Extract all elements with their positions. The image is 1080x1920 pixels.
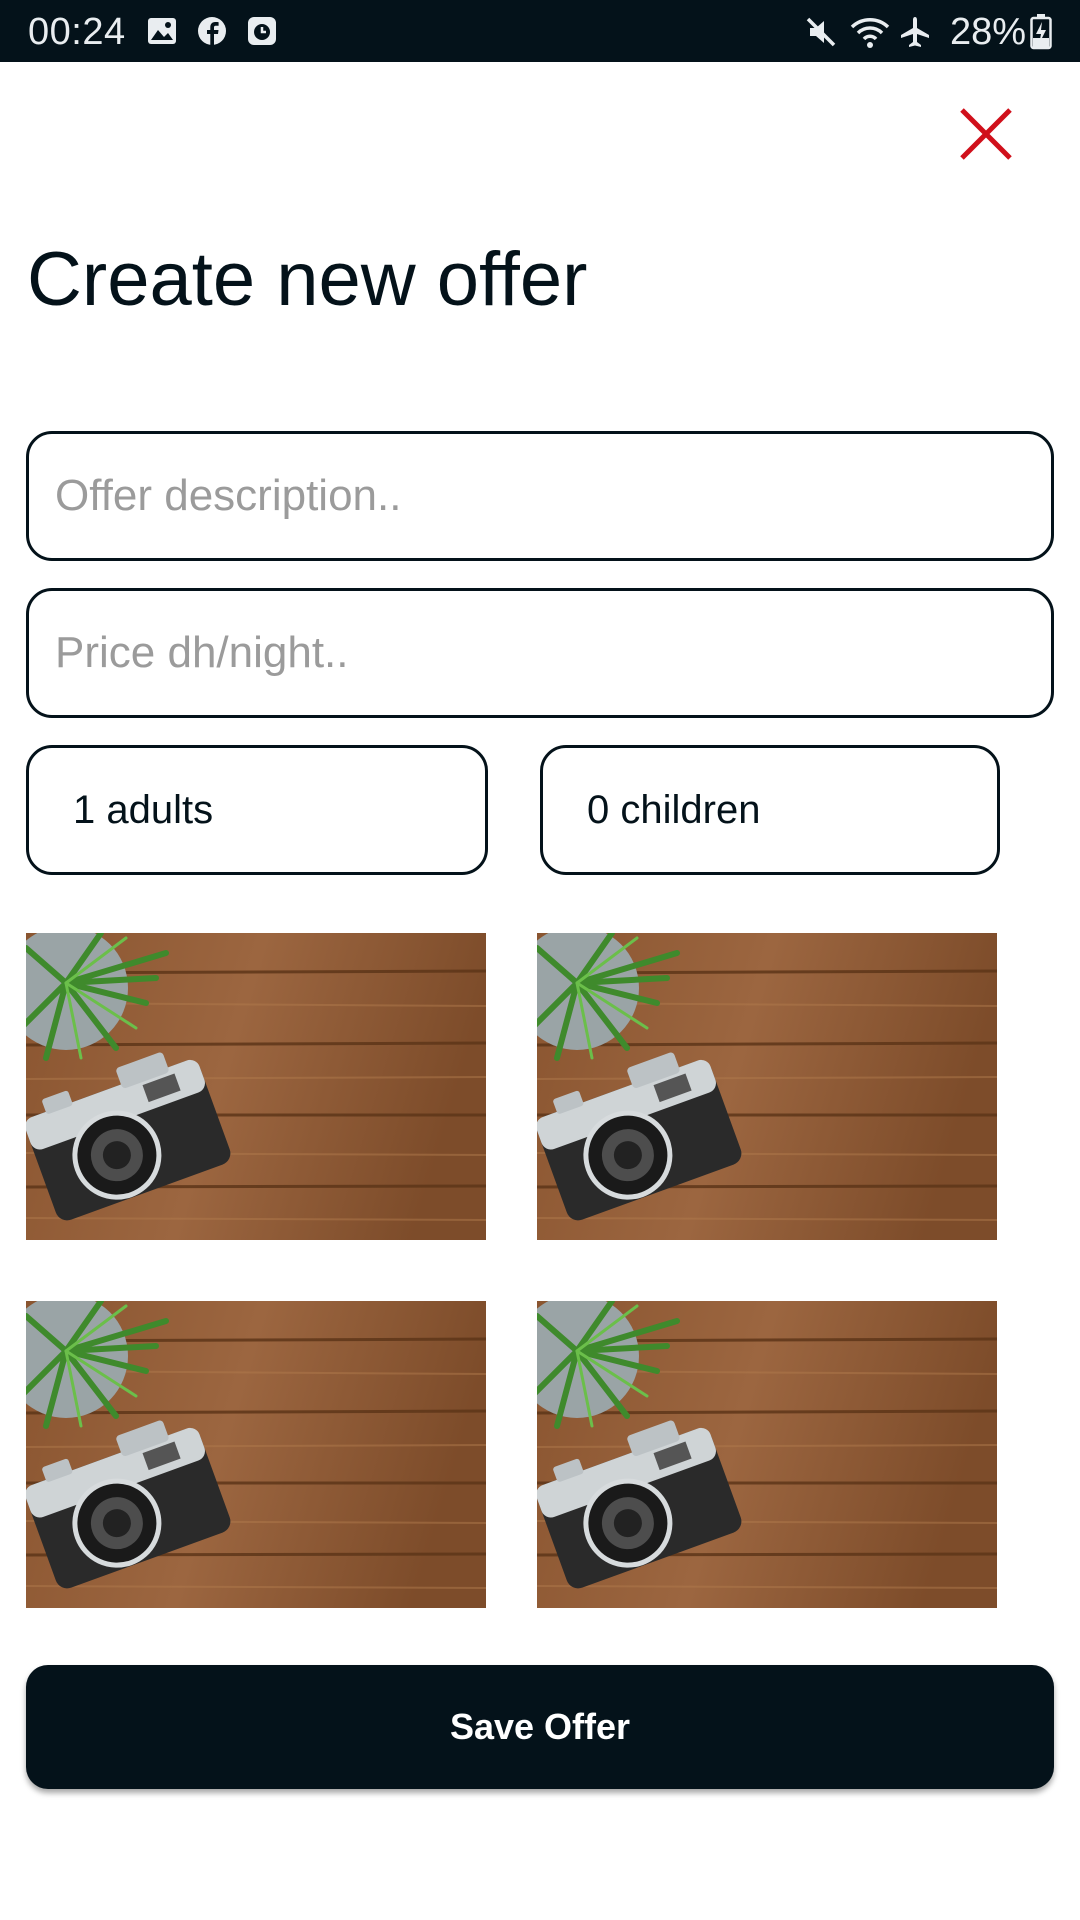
- clock-app-icon: [246, 15, 278, 52]
- camera-photo-image: [26, 1301, 486, 1608]
- offer-photo[interactable]: [26, 1301, 486, 1608]
- offer-photo[interactable]: [537, 1301, 997, 1608]
- offer-description-field[interactable]: [26, 431, 1054, 561]
- adults-value: 1 adults: [73, 787, 214, 832]
- offer-photo[interactable]: [26, 933, 486, 1240]
- adults-selector[interactable]: 1 adults: [26, 745, 488, 875]
- camera-photo-image: [537, 933, 997, 1240]
- battery-percentage: 28%: [950, 11, 1027, 53]
- page-title: Create new offer: [27, 237, 588, 322]
- facebook-icon: [196, 15, 228, 52]
- camera-photo-image: [537, 1301, 997, 1608]
- offer-description-input[interactable]: [53, 470, 1051, 522]
- close-icon: [960, 108, 1012, 160]
- wifi-icon: [850, 15, 890, 54]
- children-value: 0 children: [587, 787, 761, 832]
- offer-photo[interactable]: [537, 933, 997, 1240]
- price-field[interactable]: [26, 588, 1054, 718]
- price-input[interactable]: [53, 627, 1051, 679]
- mute-icon: [804, 15, 838, 54]
- children-selector[interactable]: 0 children: [540, 745, 1000, 875]
- status-bar: 00:24 28%: [0, 0, 1080, 62]
- airplane-icon: [898, 15, 932, 54]
- save-offer-button[interactable]: Save Offer: [26, 1665, 1054, 1789]
- battery-charging-icon: [1030, 14, 1052, 55]
- image-icon: [146, 15, 178, 52]
- camera-photo-image: [26, 933, 486, 1240]
- status-time: 00:24: [28, 11, 126, 53]
- close-button[interactable]: [956, 104, 1016, 164]
